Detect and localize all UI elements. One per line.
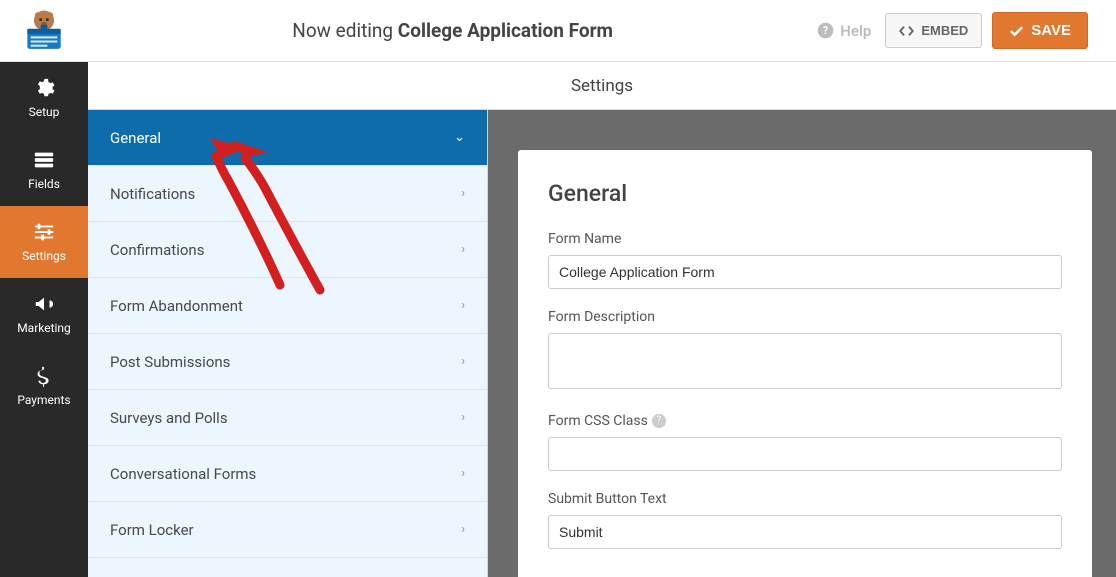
sidebar-item-label: Payments (17, 393, 70, 407)
top-bar: Now editing College Application Form ? H… (0, 0, 1116, 62)
field-submit-button-text: Submit Button Text (548, 491, 1062, 549)
form-name-label: Form Name (548, 231, 1062, 247)
settings-item-surveys-polls[interactable]: Surveys and Polls › (88, 390, 487, 446)
settings-item-form-abandonment[interactable]: Form Abandonment › (88, 278, 487, 334)
settings-item-label: Confirmations (110, 241, 204, 259)
settings-item-confirmations[interactable]: Confirmations › (88, 222, 487, 278)
editing-prefix: Now editing (292, 19, 398, 42)
settings-item-label: Post Submissions (110, 353, 230, 371)
check-icon (1009, 25, 1024, 37)
form-description-label: Form Description (548, 309, 1062, 325)
field-form-description: Form Description (548, 309, 1062, 393)
icon-sidebar: Setup Fields Settings Marketing Payments (0, 62, 88, 577)
chevron-right-icon: › (461, 298, 465, 313)
form-name-input[interactable] (548, 255, 1062, 289)
settings-item-label: General (110, 129, 161, 147)
settings-list: General ⌄ Notifications › Confirmations … (88, 110, 488, 577)
help-label: Help (840, 22, 871, 40)
form-title: College Application Form (398, 19, 613, 42)
help-button[interactable]: ? Help (817, 22, 871, 40)
sidebar-item-settings[interactable]: Settings (0, 206, 88, 278)
settings-item-label: Surveys and Polls (110, 409, 228, 427)
logo[interactable] (0, 0, 88, 62)
settings-item-general[interactable]: General ⌄ (88, 110, 487, 166)
editing-title: Now editing College Application Form (88, 19, 817, 42)
content-row: General ⌄ Notifications › Confirmations … (88, 110, 1116, 577)
help-icon: ? (817, 22, 834, 39)
section-header: Settings (88, 62, 1116, 110)
help-icon[interactable]: ? (652, 414, 666, 428)
form-css-class-input[interactable] (548, 437, 1062, 471)
chevron-right-icon: › (461, 410, 465, 425)
sidebar-item-fields[interactable]: Fields (0, 134, 88, 206)
settings-item-label: Conversational Forms (110, 465, 256, 483)
panel-heading: General (548, 180, 1062, 207)
settings-item-notifications[interactable]: Notifications › (88, 166, 487, 222)
main: Settings General ⌄ Notifications › Confi… (88, 62, 1116, 577)
form-css-class-label: Form CSS Class? (548, 413, 1062, 429)
dollar-icon (33, 365, 55, 387)
settings-item-post-submissions[interactable]: Post Submissions › (88, 334, 487, 390)
settings-item-conversational-forms[interactable]: Conversational Forms › (88, 446, 487, 502)
field-form-name: Form Name (548, 231, 1062, 289)
sidebar-item-payments[interactable]: Payments (0, 350, 88, 422)
svg-text:?: ? (823, 24, 828, 37)
settings-item-form-locker[interactable]: Form Locker › (88, 502, 487, 558)
form-description-input[interactable] (548, 333, 1062, 389)
sidebar-item-label: Setup (29, 105, 60, 119)
sidebar-item-marketing[interactable]: Marketing (0, 278, 88, 350)
chevron-down-icon: ⌄ (454, 130, 465, 145)
panel: General Form Name Form Description Form … (518, 150, 1092, 577)
submit-button-text-label: Submit Button Text (548, 491, 1062, 507)
chevron-right-icon: › (461, 354, 465, 369)
submit-button-text-input[interactable] (548, 515, 1062, 549)
chevron-right-icon: › (461, 242, 465, 257)
settings-item-label: Form Abandonment (110, 297, 243, 315)
settings-item-label: Notifications (110, 185, 195, 203)
sidebar-item-label: Settings (22, 249, 66, 263)
chevron-right-icon: › (461, 186, 465, 201)
wpforms-logo-icon (19, 8, 69, 53)
sliders-icon (33, 221, 55, 243)
save-label: SAVE (1031, 22, 1071, 39)
embed-button[interactable]: EMBED (885, 13, 982, 48)
sidebar-item-label: Fields (28, 177, 60, 191)
chevron-right-icon: › (461, 522, 465, 537)
list-icon (33, 149, 55, 171)
section-title: Settings (571, 76, 633, 96)
bullhorn-icon (33, 293, 55, 315)
embed-icon (899, 25, 914, 37)
panel-wrap: General Form Name Form Description Form … (488, 110, 1116, 577)
save-button[interactable]: SAVE (992, 12, 1088, 49)
gear-icon (33, 77, 55, 99)
sidebar-item-label: Marketing (17, 321, 71, 335)
field-form-css-class: Form CSS Class? (548, 413, 1062, 471)
chevron-right-icon: › (461, 466, 465, 481)
settings-item-label: Form Locker (110, 521, 194, 539)
embed-label: EMBED (921, 23, 968, 38)
sidebar-item-setup[interactable]: Setup (0, 62, 88, 134)
